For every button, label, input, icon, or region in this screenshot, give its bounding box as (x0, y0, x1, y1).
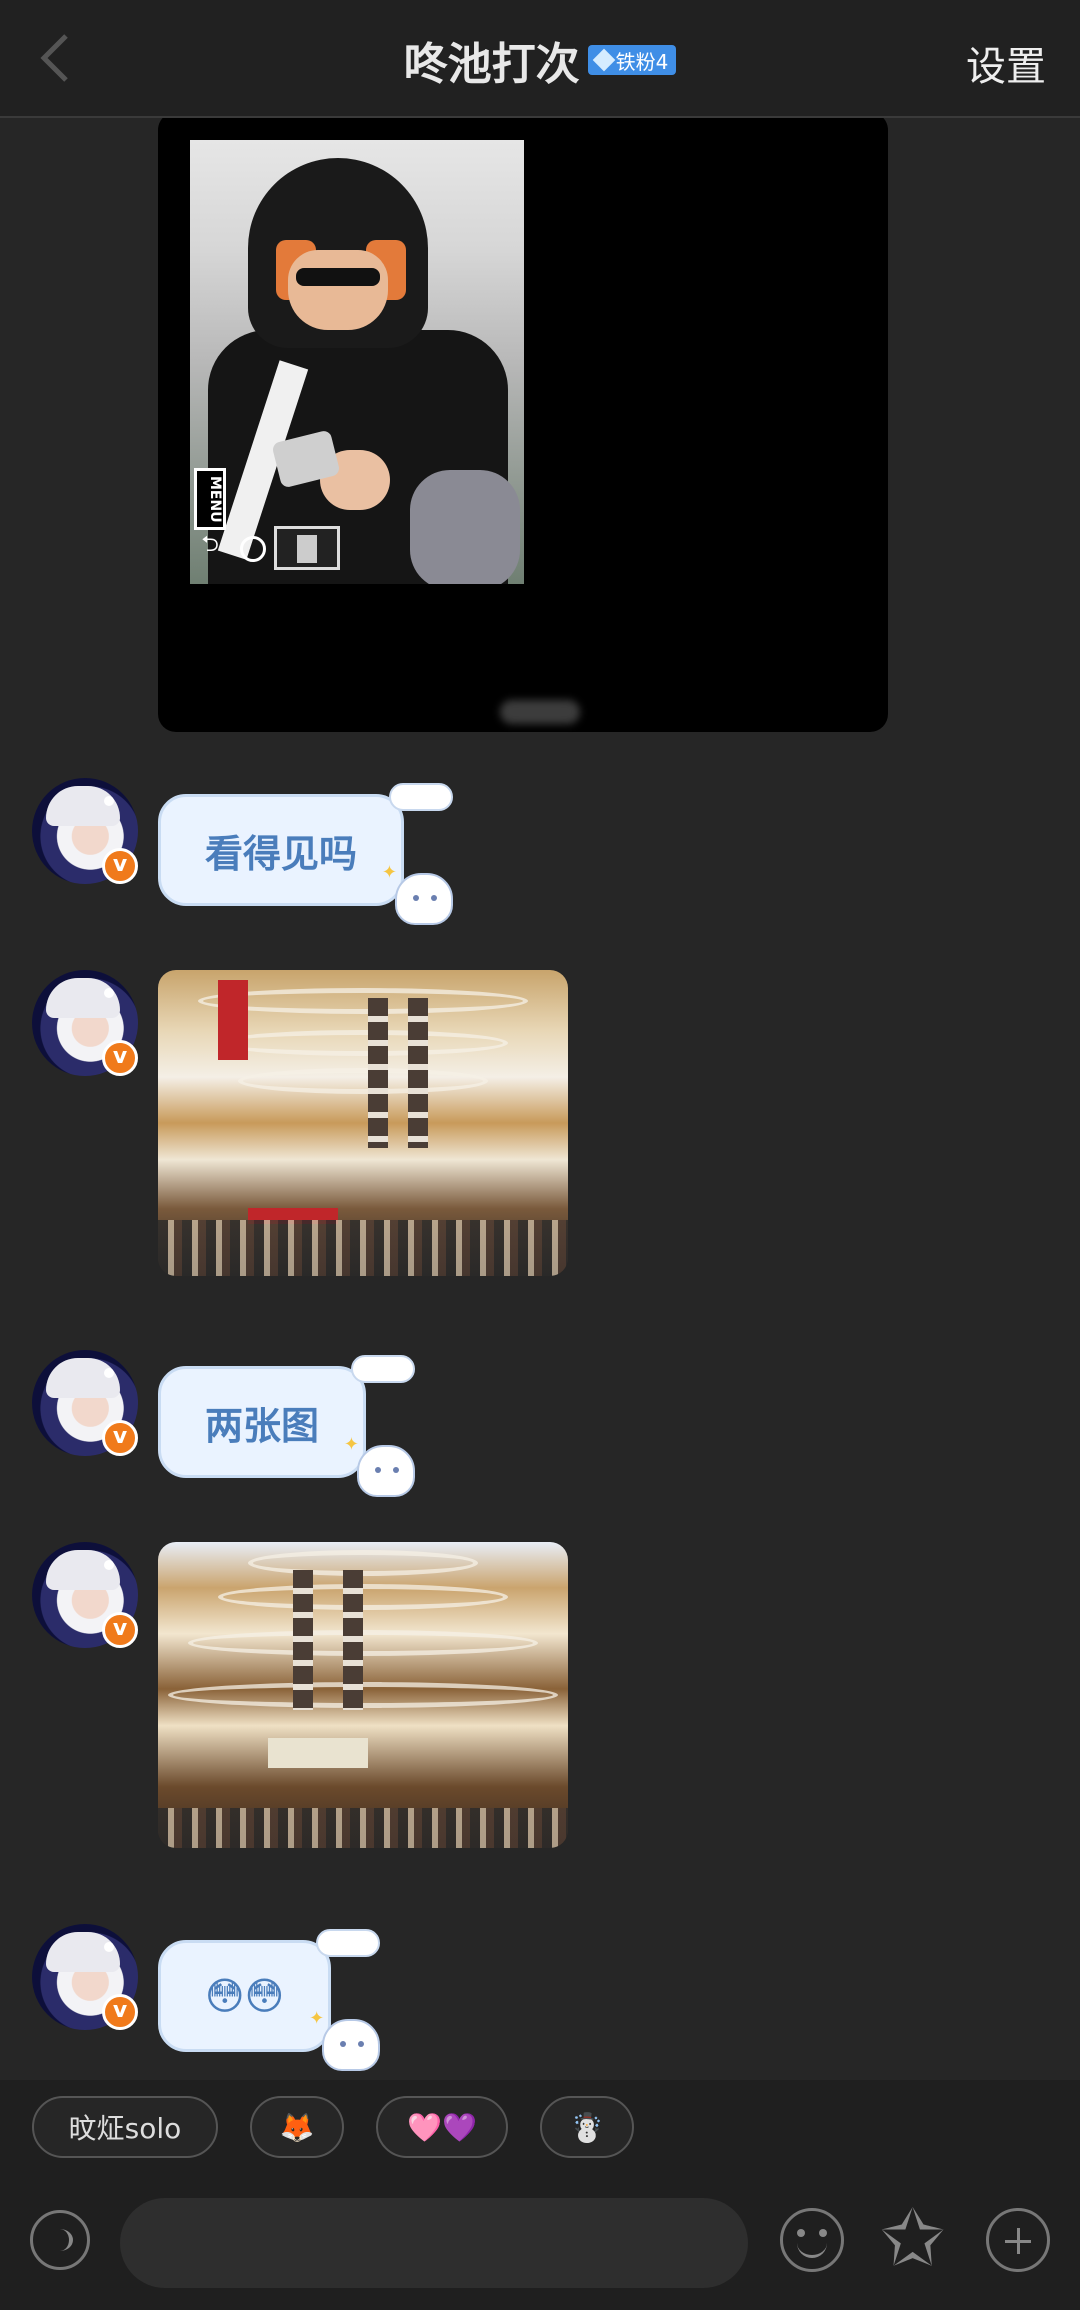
verified-badge-icon: v (102, 1994, 138, 2030)
chat-title: 咚池打次 (403, 39, 580, 90)
cat-decoration-icon (395, 873, 454, 925)
message-text: 😳😳 (205, 1974, 285, 2018)
input-bar (0, 2170, 1080, 2310)
image-message-mall-2[interactable] (158, 1542, 568, 1848)
verified-badge-icon: v (102, 1040, 138, 1076)
fan-level-badge: 铁粉4 (587, 45, 677, 75)
sparkle-icon: ✦ (381, 862, 398, 883)
photo-hooded-person[interactable]: MENU ⮌ (190, 140, 524, 584)
top-bar: 咚池打次 铁粉4 设置 (0, 0, 1080, 118)
diamond-icon (592, 48, 615, 72)
camera-menu-label: MENU (194, 468, 226, 530)
plus-icon[interactable] (986, 2208, 1050, 2272)
emoji-icon[interactable] (780, 2208, 844, 2272)
cat-decoration-icon (357, 1445, 416, 1497)
message-input[interactable] (120, 2198, 748, 2288)
text-bubble[interactable]: 😳😳 ✦ (158, 1929, 381, 2071)
verified-badge-icon: v (102, 1420, 138, 1456)
cat-decoration-icon (322, 2019, 381, 2071)
message-text: 看得见吗 (205, 831, 358, 876)
message-text: 两张图 (205, 1403, 320, 1448)
cloud-decoration-icon (316, 1929, 381, 1957)
timestamp-blurred (500, 700, 580, 724)
text-bubble[interactable]: 看得见吗 ✦ (158, 783, 454, 925)
camera-return-icon: ⮌ (201, 532, 219, 557)
camera-zoom-icon (240, 536, 266, 562)
chat-scroll-area[interactable]: MENU ⮌ v 看得见吗 ✦ v v 两张图 ✦ v v 😳😳 ✦ (0, 118, 1080, 2080)
cloud-decoration-icon (389, 783, 454, 811)
sticker-star-icon[interactable] (880, 2194, 946, 2284)
text-bubble[interactable]: 两张图 ✦ (158, 1355, 416, 1497)
cloud-decoration-icon (351, 1355, 416, 1383)
chat-title-area: 咚池打次 铁粉4 (0, 28, 1080, 92)
sparkle-icon: ✦ (309, 2008, 325, 2029)
settings-button[interactable]: 设置 (966, 34, 1046, 92)
fan-level-label: 铁粉4 (615, 49, 669, 74)
quick-reply-chip[interactable]: ☃️ (540, 2096, 634, 2158)
quick-reply-chip[interactable]: 旼炡solo (32, 2096, 218, 2158)
quick-reply-chip[interactable]: 🩷💜 (376, 2096, 508, 2158)
camera-frame-icon (274, 526, 340, 570)
image-message-mall-1[interactable] (158, 970, 568, 1276)
quick-reply-chip[interactable]: 🦊 (250, 2096, 344, 2158)
quick-reply-bar: 旼炡solo 🦊 🩷💜 ☃️ (0, 2080, 1080, 2170)
verified-badge-icon: v (102, 1612, 138, 1648)
verified-badge-icon: v (102, 848, 138, 884)
voice-icon[interactable] (30, 2210, 90, 2270)
sparkle-icon: ✦ (343, 1434, 360, 1455)
image-message-card[interactable]: MENU ⮌ (158, 118, 888, 732)
